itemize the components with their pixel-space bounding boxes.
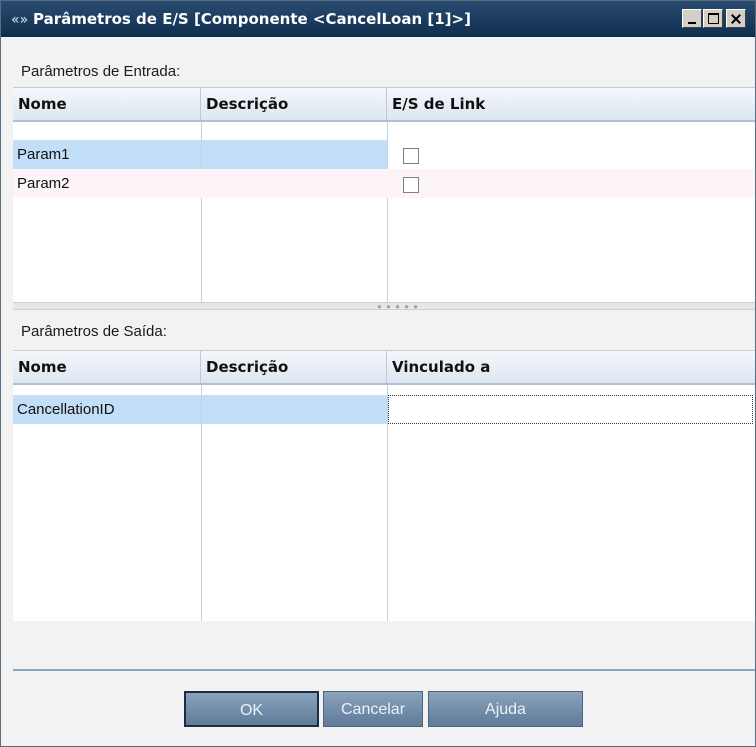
output-parameters-grid: Nome Descrição Vinculado a CancellationI…: [13, 350, 755, 621]
minimize-button[interactable]: [682, 9, 702, 28]
window-title: Parâmetros de E/S [Componente <CancelLoa…: [33, 10, 471, 28]
input-parameters-grid: Nome Descrição E/S de Link Param1 Param2: [13, 87, 755, 303]
help-button[interactable]: Ajuda: [428, 691, 583, 727]
bound-to-input[interactable]: [388, 395, 753, 424]
output-grid-header: Nome Descrição Vinculado a: [13, 351, 755, 385]
col-header-description[interactable]: Descrição: [201, 88, 387, 120]
cancel-button[interactable]: Cancelar: [323, 691, 423, 727]
table-row[interactable]: Param1: [13, 140, 755, 169]
splitter-grip-icon[interactable]: ● ● ● ● ●: [377, 303, 419, 311]
param-name-cell[interactable]: Param2: [13, 169, 201, 198]
table-row[interactable]: Param2: [13, 169, 755, 198]
io-parameters-icon: «»: [11, 12, 29, 28]
input-grid-header: Nome Descrição E/S de Link: [13, 88, 755, 122]
maximize-button[interactable]: [703, 9, 723, 28]
splitter[interactable]: ● ● ● ● ●: [13, 302, 755, 311]
col-header-name[interactable]: Nome: [13, 351, 201, 383]
col-header-description[interactable]: Descrição: [201, 351, 387, 383]
col-header-name[interactable]: Nome: [13, 88, 201, 120]
title-bar[interactable]: «» Parâmetros de E/S [Componente <Cancel…: [1, 1, 755, 37]
table-row[interactable]: CancellationID: [13, 395, 755, 424]
param-description-cell[interactable]: [202, 169, 387, 198]
col-header-link-io[interactable]: E/S de Link: [387, 88, 755, 120]
param-description-cell[interactable]: [202, 395, 387, 424]
col-header-bound-to[interactable]: Vinculado a: [387, 351, 755, 383]
param-name-cell[interactable]: CancellationID: [13, 395, 201, 424]
io-parameters-dialog: «» Parâmetros de E/S [Componente <Cancel…: [0, 0, 756, 747]
param-description-cell[interactable]: [202, 140, 387, 169]
input-parameters-label: Parâmetros de Entrada:: [21, 63, 181, 80]
param-name-cell[interactable]: Param1: [13, 140, 201, 169]
footer-divider: [13, 669, 755, 671]
close-button[interactable]: [726, 9, 746, 28]
link-io-checkbox[interactable]: [403, 148, 419, 164]
link-io-checkbox[interactable]: [403, 177, 419, 193]
output-parameters-label: Parâmetros de Saída:: [21, 323, 167, 340]
ok-button[interactable]: OK: [184, 691, 319, 727]
